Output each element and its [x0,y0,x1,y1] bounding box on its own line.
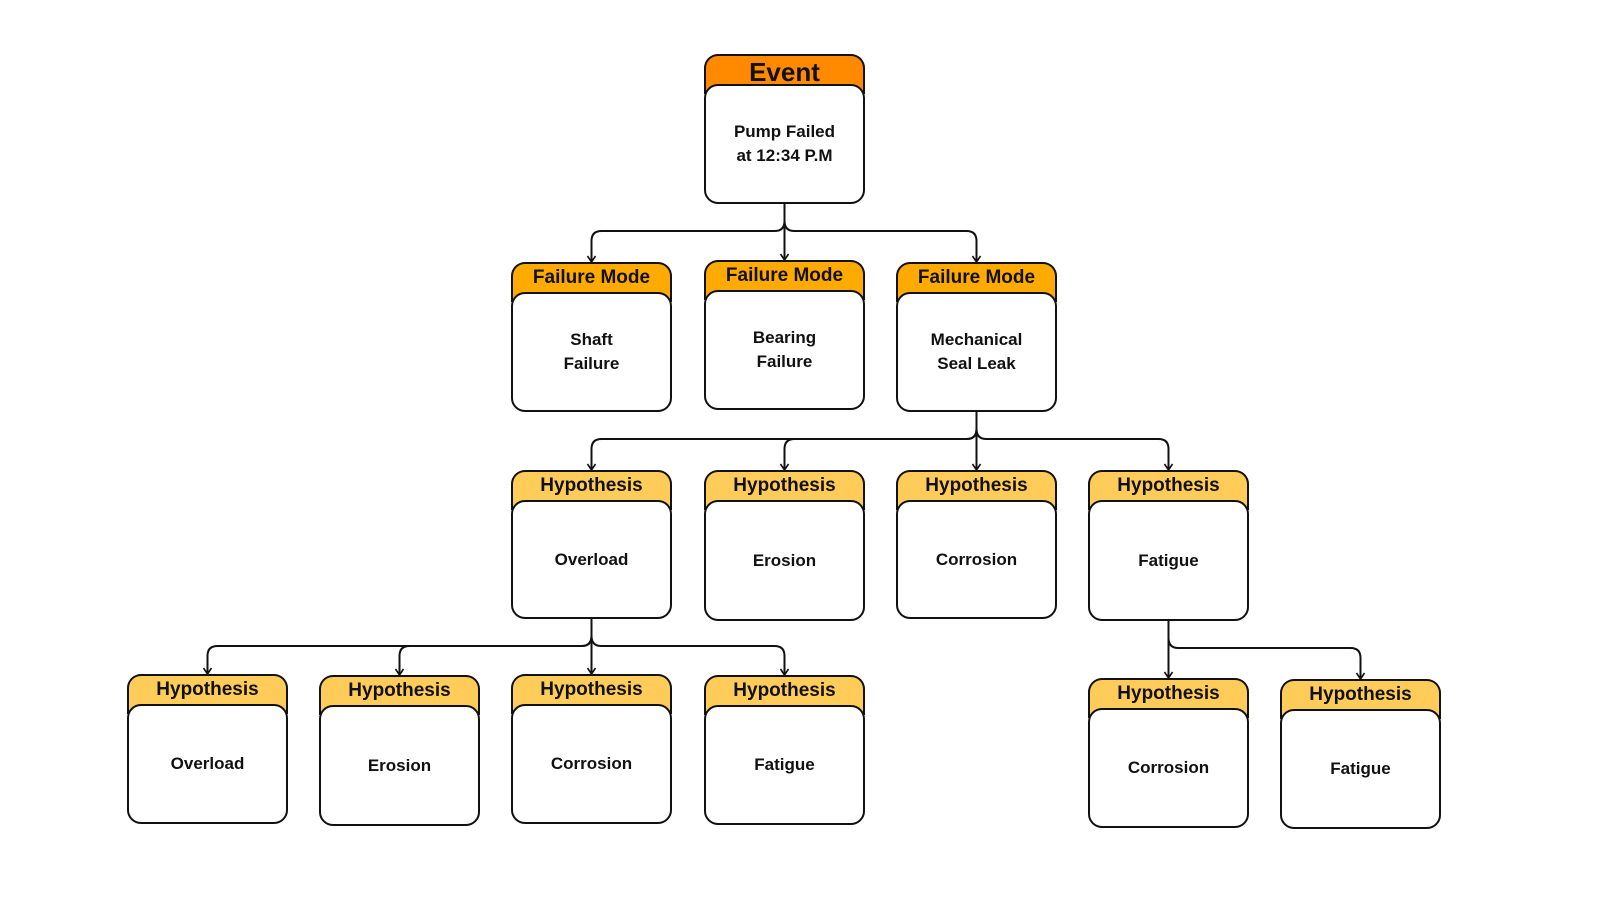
failure-mode-body: Mechanical Seal Leak [896,292,1057,412]
hypothesis-node-corrosion[interactable]: Hypothesis Corrosion [896,470,1057,619]
failure-mode-node-bearing[interactable]: Failure Mode Bearing Failure [704,260,865,410]
hypothesis-body: Corrosion [896,500,1057,619]
hypothesis-node-corrosion[interactable]: Hypothesis Corrosion [511,674,672,824]
connector-fm3-h4 [975,412,1170,470]
hypothesis-body: Erosion [319,705,480,826]
hypothesis-body: Corrosion [1088,708,1249,828]
hypothesis-body: Overload [511,500,672,619]
hypothesis-node-fatigue[interactable]: Hypothesis Fatigue [704,675,865,825]
hypothesis-node-fatigue[interactable]: Hypothesis Fatigue [1088,470,1249,621]
hypothesis-node-overload[interactable]: Hypothesis Overload [511,470,672,619]
connector-event-fm3 [783,204,978,262]
connector-fm3-h2 [783,412,978,470]
hypothesis-body: Overload [127,704,288,824]
connector-event-fm1 [590,204,786,262]
failure-mode-node-seal[interactable]: Failure Mode Mechanical Seal Leak [896,262,1057,412]
hypothesis-node-erosion[interactable]: Hypothesis Erosion [704,470,865,621]
event-body: Pump Failed at 12:34 P.M [704,84,865,204]
connector-h1-h12 [398,619,593,675]
hypothesis-node-erosion[interactable]: Hypothesis Erosion [319,675,480,826]
hypothesis-node-fatigue[interactable]: Hypothesis Fatigue [1280,679,1441,829]
hypothesis-node-corrosion[interactable]: Hypothesis Corrosion [1088,678,1249,828]
failure-mode-node-shaft[interactable]: Failure Mode Shaft Failure [511,262,672,412]
connector-h1-h14 [590,619,786,675]
connector-h4-h42 [1167,621,1362,679]
event-node[interactable]: Event Pump Failed at 12:34 P.M [704,54,865,204]
failure-mode-body: Bearing Failure [704,290,865,410]
hypothesis-body: Erosion [704,500,865,621]
failure-mode-body: Shaft Failure [511,292,672,412]
hypothesis-body: Corrosion [511,704,672,824]
hypothesis-node-overload[interactable]: Hypothesis Overload [127,674,288,824]
hypothesis-body: Fatigue [1088,500,1249,621]
hypothesis-body: Fatigue [704,705,865,825]
hypothesis-body: Fatigue [1280,709,1441,829]
